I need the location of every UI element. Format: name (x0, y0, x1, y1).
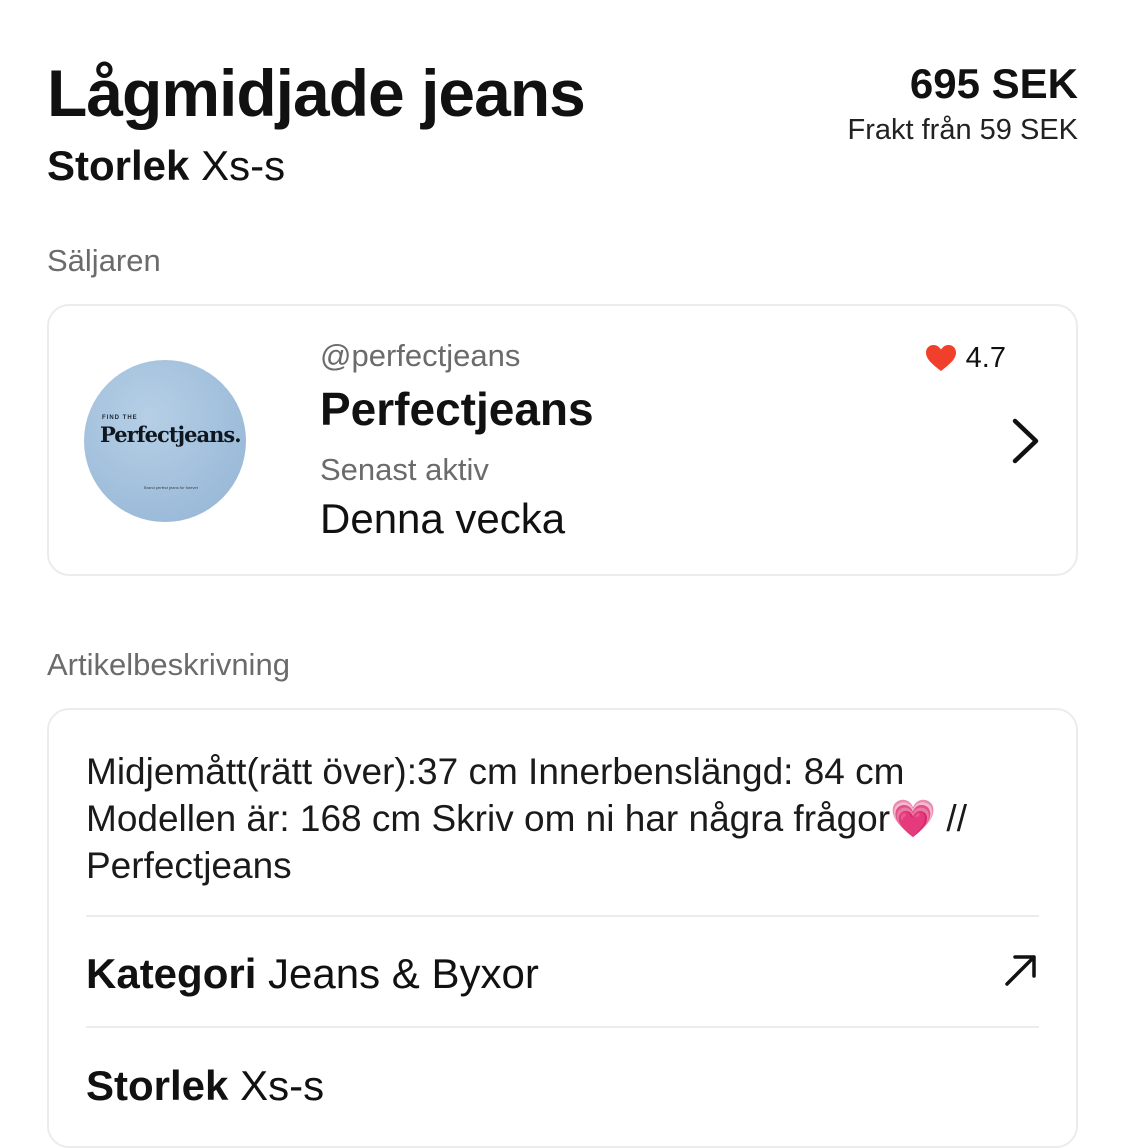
product-size: Storlek Xs-s (47, 140, 285, 192)
arrow-up-right-icon[interactable] (1003, 952, 1039, 988)
description-text: Midjemått(rätt över):37 cm Innerbensläng… (86, 748, 1046, 889)
product-size-label: Storlek (47, 142, 190, 189)
product-title: Lågmidjade jeans (47, 56, 586, 130)
description-line: Perfectjeans (86, 845, 292, 886)
last-active-label: Senast aktiv (320, 452, 489, 487)
product-size-value: Xs-s (201, 142, 286, 189)
seller-avatar[interactable]: FIND THE Perfectjeans. Brand perfect jea… (84, 360, 246, 522)
description-line: Modellen är: 168 cm Skriv om ni har någr… (86, 798, 967, 839)
category-label: Kategori (86, 950, 257, 997)
size-row: Storlek Xs-s (86, 1056, 1039, 1116)
heart-icon (925, 344, 956, 372)
avatar-top-text: FIND THE (102, 415, 138, 421)
divider (86, 1026, 1039, 1028)
shipping-info: Frakt från 59 SEK (848, 110, 1079, 150)
chevron-right-icon[interactable] (1010, 418, 1040, 464)
seller-info: @perfectjeans Perfectjeans Senast aktiv … (320, 336, 594, 546)
rating-value: 4.7 (965, 342, 1006, 374)
category-row[interactable]: Kategori Jeans & Byxor (86, 944, 1039, 1004)
description-card: Midjemått(rätt över):37 cm Innerbensläng… (47, 708, 1078, 1148)
description-section-label: Artikelbeskrivning (47, 647, 290, 682)
product-price: 695 SEK (909, 60, 1078, 107)
seller-handle: @perfectjeans (320, 338, 521, 373)
product-header: Lågmidjade jeans Storlek Xs-s 695 SEK Fr… (47, 52, 1078, 192)
size-text: Storlek Xs-s (86, 1060, 324, 1112)
seller-section-label: Säljaren (47, 243, 161, 278)
size-label: Storlek (86, 1062, 229, 1109)
seller-name: Perfectjeans (320, 383, 594, 435)
category-text: Kategori Jeans & Byxor (86, 948, 539, 1000)
seller-rating: 4.7 (925, 340, 1006, 376)
shipping-value: 59 SEK (979, 114, 1078, 146)
size-value: Xs-s (240, 1062, 325, 1109)
divider (86, 915, 1039, 917)
description-line: Midjemått(rätt över):37 cm Innerbensläng… (86, 751, 905, 792)
shipping-label: Frakt från (847, 114, 972, 146)
avatar-tagline: Brand perfect jeans for forever (144, 485, 199, 490)
avatar-brand: Perfectjeans. (100, 422, 242, 447)
seller-card[interactable]: FIND THE Perfectjeans. Brand perfect jea… (47, 304, 1078, 576)
price-block: 695 SEK Frakt från 59 SEK (848, 58, 1079, 150)
last-active-value: Denna vecka (320, 495, 566, 542)
category-value: Jeans & Byxor (268, 950, 539, 997)
